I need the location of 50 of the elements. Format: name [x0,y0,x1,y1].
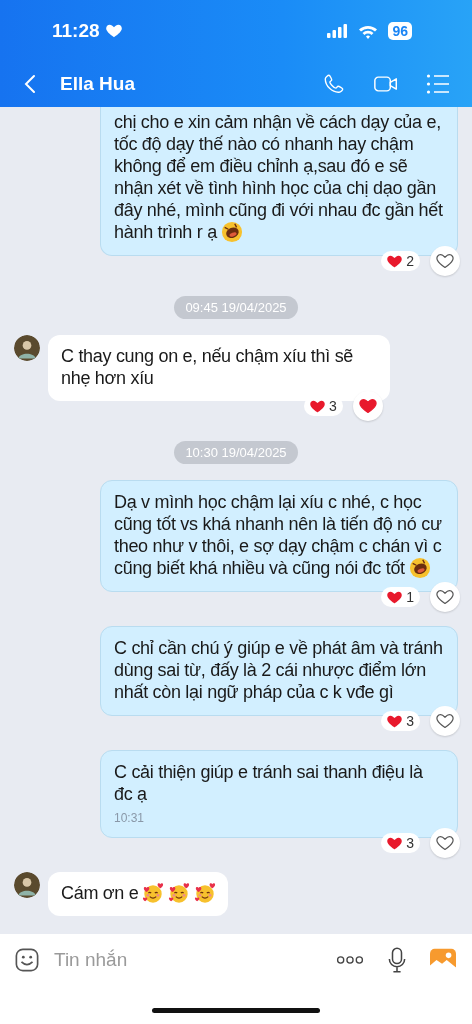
sticker-icon[interactable] [14,948,40,972]
message-text: chị cho e xin cảm nhận về cách dạy của e, tốc độ dạy thế nào có nhanh hay chậm không để em điều chỉnh ạ,sau đó e sẽ nhận xét về tình hình học của chị dạo gần đây nhé, mình cũng đi với nhau đc gần hết hành trình r ạ [114,111,444,243]
message-bubble[interactable]: C cải thiện giúp e tránh sai thanh điệu là đc ạ 10:31 [100,750,458,838]
message-text: C cải thiện giúp e tránh sai thanh điệu là đc ạ [114,761,424,805]
message-bubble[interactable]: Cám ơn e [48,872,229,916]
more-icon[interactable] [336,955,364,965]
wifi-icon [358,23,379,39]
smiling-face-with-hearts-icon [142,882,165,904]
heart-icon [310,399,325,413]
like-button[interactable] [430,246,460,276]
contact-name: Ella Hua [60,73,135,95]
message-bubble[interactable] [100,107,458,256]
menu-icon[interactable] [426,73,450,95]
reaction-count[interactable]: 3 [381,711,420,731]
message-bubble[interactable]: Dạ v mình học chậm lại xíu c nhé, c học cũng tốt vs khá nhanh nên là tiến độ nó cư theo như v thôi, e sợ dạy chậm c chán vì c cũng biết khá nhiều và cũng nói đc tốt [100,480,458,592]
reaction-count[interactable]: 3 [381,833,420,853]
smiling-face-with-hearts-icon [168,882,191,904]
reaction-count[interactable]: 1 [381,587,420,607]
like-button[interactable] [352,391,383,421]
status-time: 11:28 [52,20,100,42]
laughing-emoji-icon [408,557,431,579]
heart-icon [387,254,403,268]
avatar[interactable] [14,872,40,898]
message-bubble[interactable]: C thay cung on e, nếu chậm xíu thì sẽ nhẹ hơn xíu [48,335,390,401]
message-text: C chỉ cần chú ý giúp e về phát âm và tránh dùng sai từ, đấy là 2 cái nhược điểm lớn nhất còn lại ngữ pháp của c k vđe gì [114,637,444,703]
laughing-emoji-icon [220,221,243,243]
smiling-face-with-hearts-icon [194,882,217,904]
phone-icon[interactable] [322,73,346,95]
date-time-label: 10:30 19/04/2025 [174,441,298,464]
heart-icon [387,836,403,850]
message-text: Cám ơn e [61,882,217,904]
message-text: Dạ v mình học chậm lại xíu c nhé, c học cũng tốt vs khá nhanh nên là tiến độ nó cư theo như v thôi, e sợ dạy chậm c chán vì c cũng biết khá nhiều và cũng nói đc tốt [114,491,443,579]
heart-icon [387,590,403,604]
heart-icon [387,714,403,728]
like-button[interactable] [430,706,460,736]
battery-indicator: 96 [388,22,412,40]
message-input[interactable]: Tin nhắn [52,948,324,972]
video-camera-icon[interactable] [374,73,398,95]
message-text: C thay cung on e, nếu chậm xíu thì sẽ nhẹ hơn xíu [61,345,355,389]
like-button[interactable] [430,582,460,612]
like-button[interactable] [430,828,460,858]
message-bubble[interactable]: C chỉ cần chú ý giúp e về phát âm và tránh dùng sai từ, đấy là 2 cái nhược điểm lớn nhất còn lại ngữ pháp của c k vđe gì [100,626,458,716]
reaction-count[interactable]: 2 [381,251,420,271]
microphone-icon[interactable] [388,947,406,973]
heart-icon [105,24,122,38]
message-time: 10:31 [114,811,146,825]
back-icon[interactable] [24,74,36,94]
date-time-label: 09:45 19/04/2025 [174,296,298,319]
signal-icon [326,24,349,38]
avatar[interactable] [14,335,40,361]
